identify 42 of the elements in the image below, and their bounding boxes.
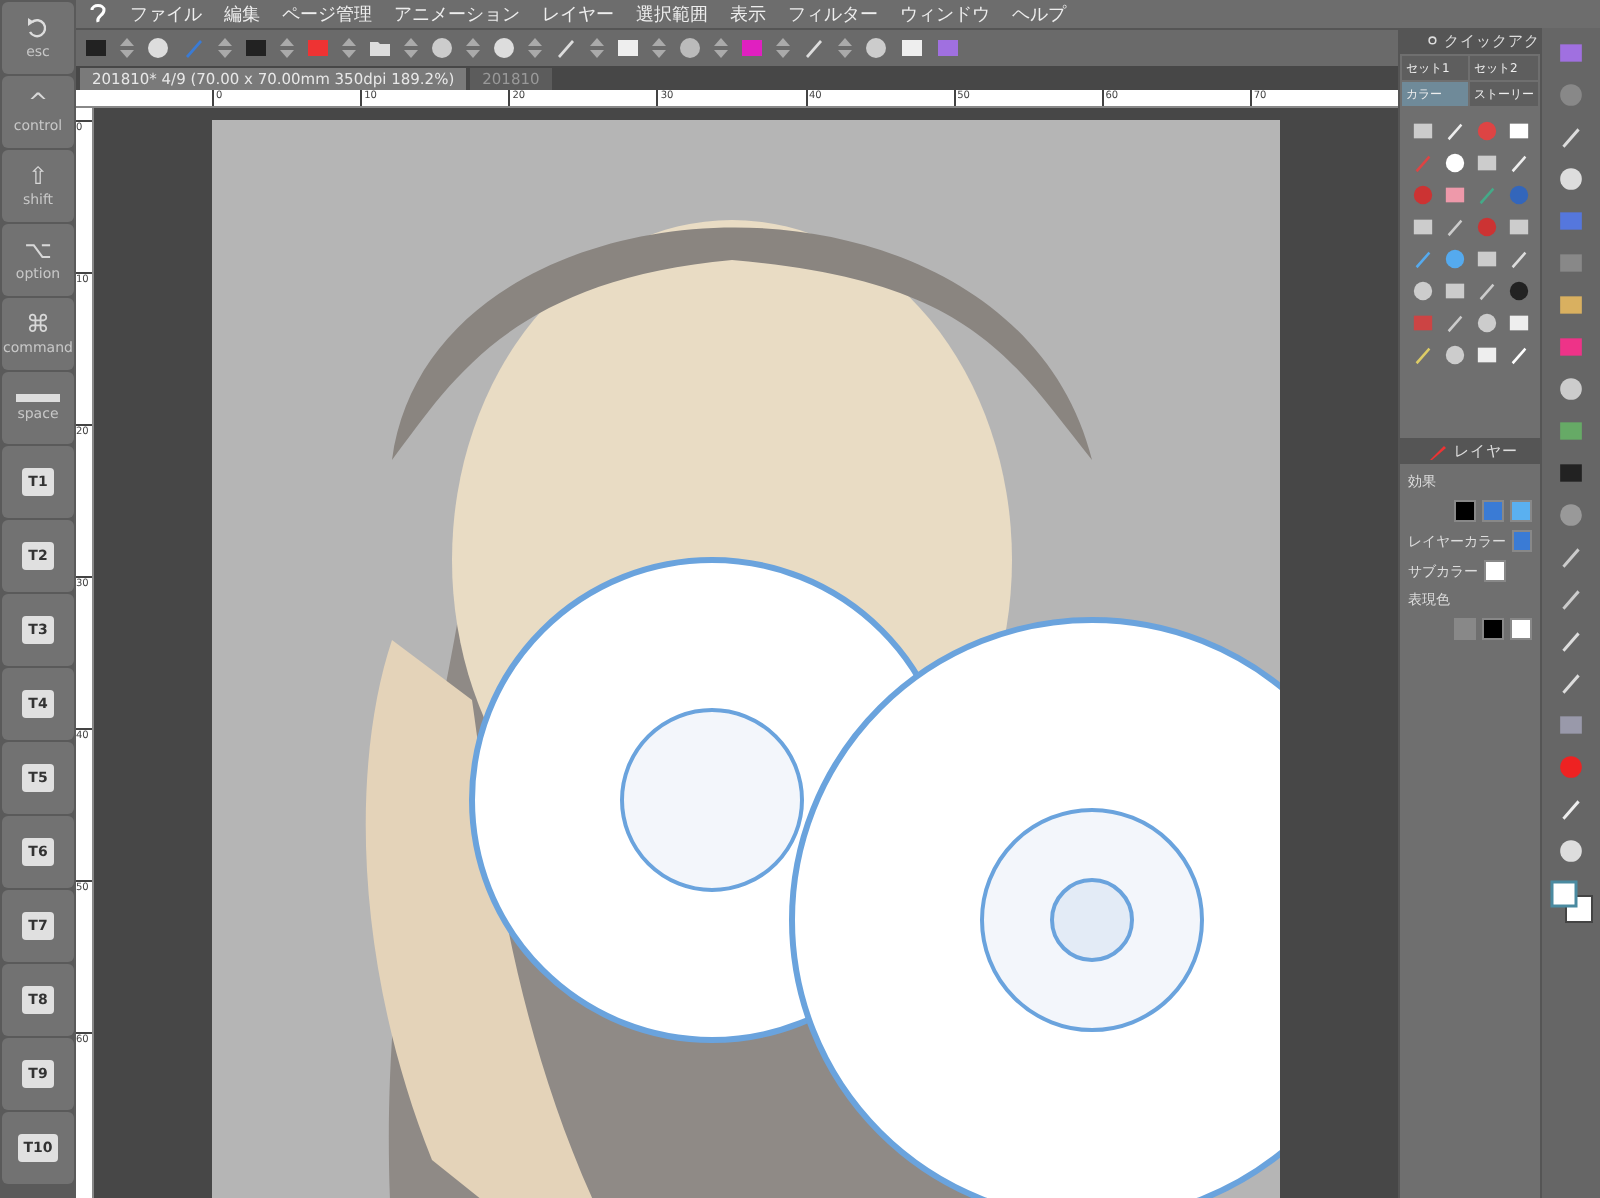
stepper-icon[interactable] [120, 36, 134, 60]
menu-item[interactable]: ページ管理 [282, 1, 372, 27]
stepper-icon[interactable] [776, 36, 790, 60]
layer-color-swatch[interactable] [1512, 530, 1532, 552]
stepper-icon[interactable] [342, 36, 356, 60]
menu-item[interactable]: 表示 [730, 1, 766, 27]
menu-item[interactable]: レイヤー [542, 1, 614, 27]
menu-item[interactable]: 選択範囲 [636, 1, 708, 27]
stepper-icon[interactable] [528, 36, 542, 60]
stepper-icon[interactable] [466, 36, 480, 60]
stepper-icon[interactable] [838, 36, 852, 60]
key-symbol: ⌥ [24, 238, 52, 262]
space-bar-icon [16, 394, 60, 402]
stepper-icon[interactable] [714, 36, 728, 60]
menu-item[interactable]: アニメーション [394, 1, 520, 27]
menu-item[interactable]: ファイル [130, 1, 202, 27]
app-logo-icon[interactable] [88, 4, 108, 24]
stepper-icon[interactable] [218, 36, 232, 60]
sub-color-swatch[interactable] [1484, 560, 1506, 582]
sub-color-toggle[interactable] [1510, 618, 1532, 640]
undo-icon [26, 16, 50, 40]
stepper-icon[interactable] [404, 36, 418, 60]
key-symbol: ⌘ [26, 312, 50, 336]
gradient-mode-swatch[interactable] [1454, 618, 1476, 640]
stepper-icon[interactable] [590, 36, 604, 60]
pen-icon[interactable] [1558, 544, 1584, 570]
effect-swatch[interactable] [1482, 500, 1504, 522]
menu-item[interactable]: ウィンドウ [900, 1, 990, 27]
main-color-swatch[interactable] [1482, 618, 1504, 640]
key-symbol: ^ [27, 90, 49, 114]
pen-icon[interactable] [1428, 441, 1448, 461]
color-swatch-icon[interactable] [1549, 880, 1593, 924]
key-symbol: ⇧ [27, 164, 49, 188]
search-icon[interactable] [1428, 32, 1438, 50]
effect-swatch[interactable] [1454, 500, 1476, 522]
stepper-icon[interactable] [280, 36, 294, 60]
effect-swatch[interactable] [1510, 500, 1532, 522]
folder-icon[interactable] [368, 36, 392, 60]
menu-item[interactable]: ヘルプ [1012, 1, 1066, 27]
stepper-icon[interactable] [652, 36, 666, 60]
menu-item[interactable]: 編集 [224, 1, 260, 27]
menu-item[interactable]: フィルター [788, 1, 878, 27]
